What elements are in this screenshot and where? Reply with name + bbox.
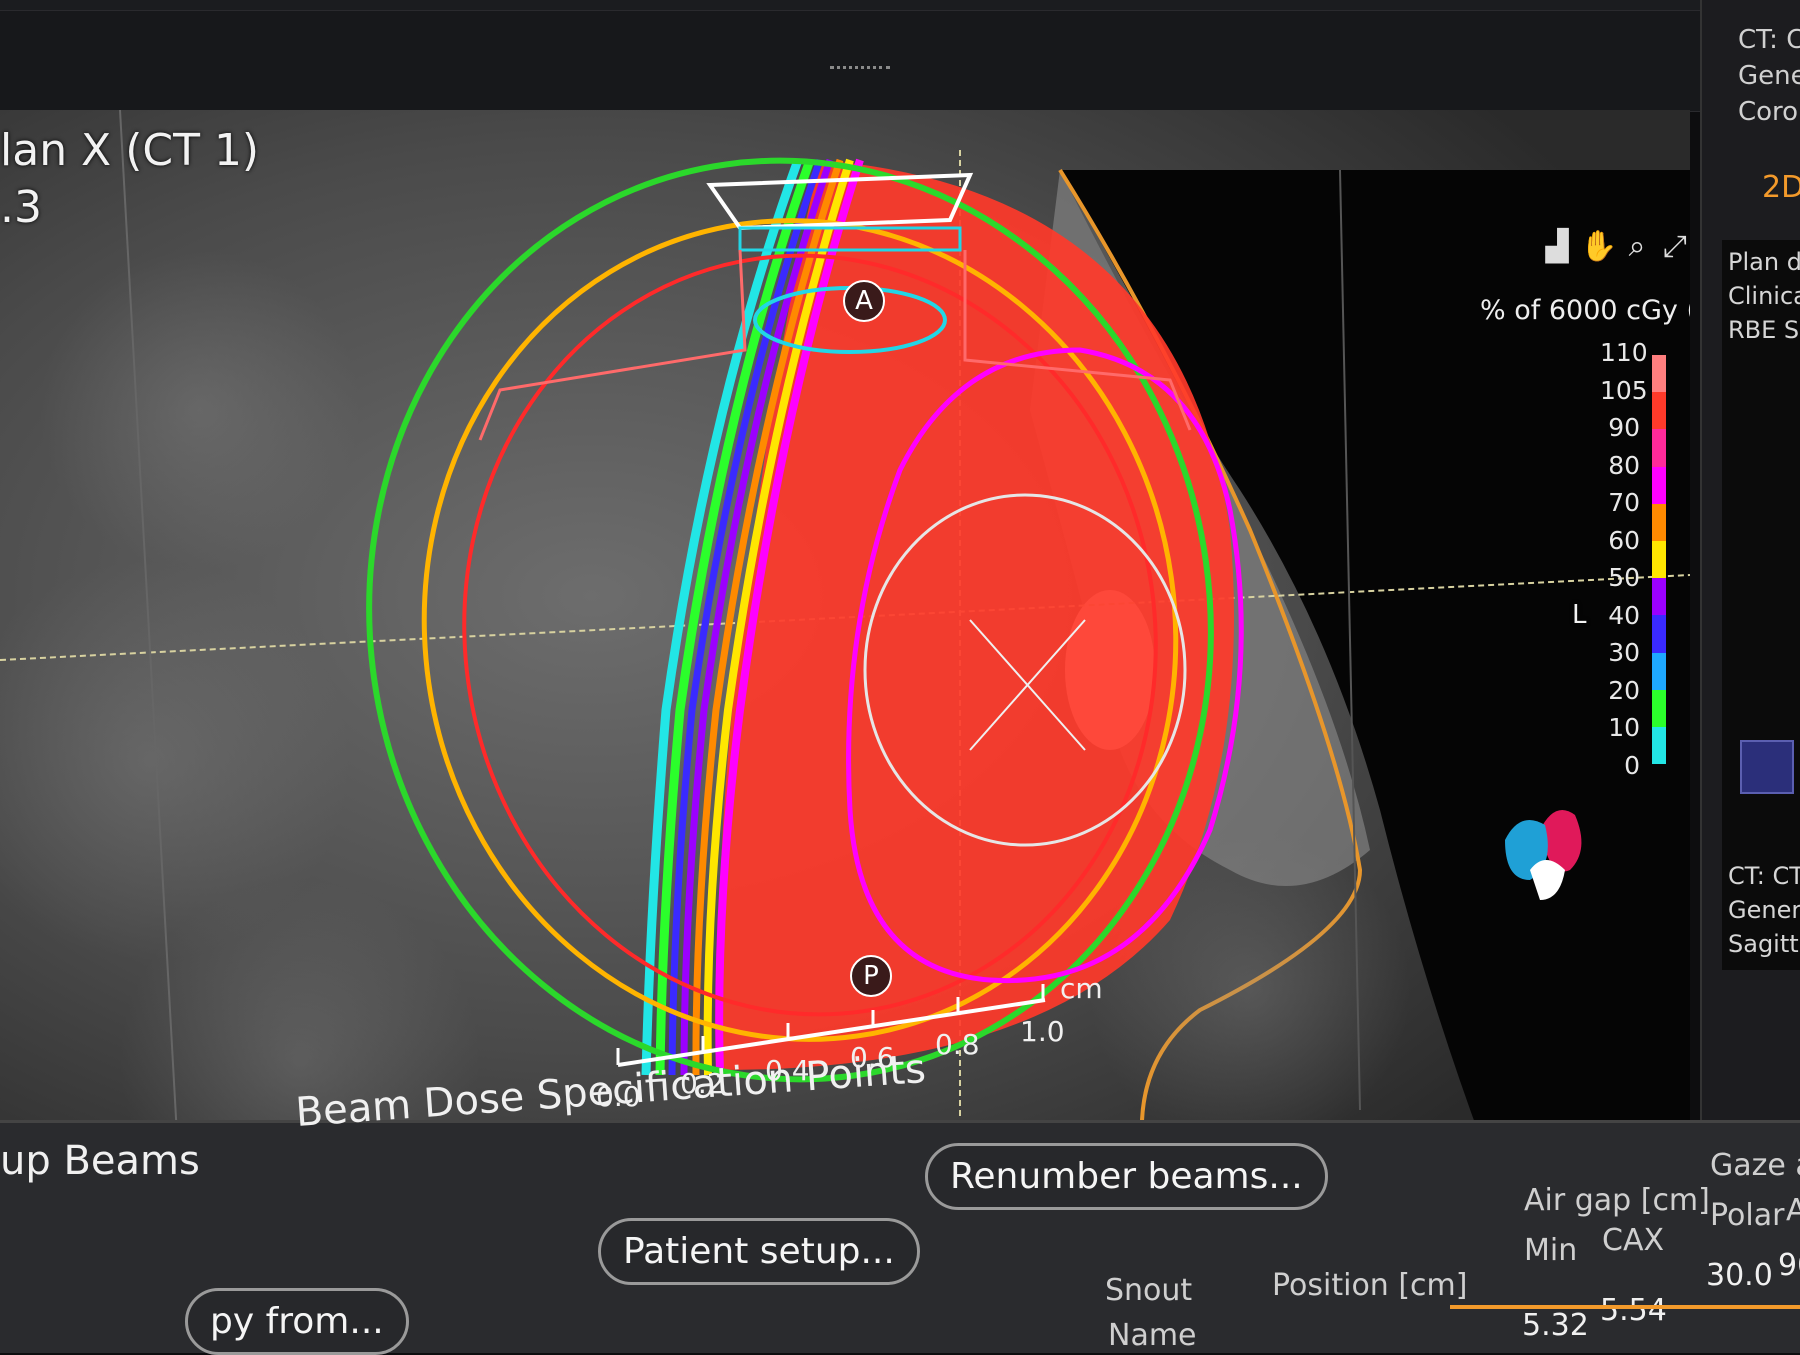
scale-label: 0.8 (935, 1028, 980, 1061)
legend-color-segment (1652, 503, 1666, 541)
histogram-icon[interactable]: ▟ (1540, 230, 1574, 264)
col-position: Position [cm] (1272, 1268, 1468, 1303)
col-min: Min (1524, 1233, 1578, 1268)
view-info-line: Sagittal: 4.76 (1728, 930, 1800, 958)
top-info-line: Coronal (1738, 97, 1800, 127)
col-polar: Polar (1710, 1198, 1785, 1233)
tab-2d[interactable]: 2D (1762, 170, 1800, 205)
legend-title: % of 6000 cGy (RBE) (1480, 295, 1690, 326)
cell-polar[interactable]: 30.0 (1706, 1258, 1773, 1293)
legend-color-segment (1652, 578, 1666, 616)
legend-colorbar (1652, 355, 1666, 765)
view-info-line: CT: CT 1 (1728, 862, 1800, 890)
legend-tick: 105 (1600, 375, 1648, 405)
scale-unit: cm (1060, 972, 1103, 1005)
scale-label: 1.0 (1020, 1015, 1065, 1048)
col-gaze-angle: Gaze ang (1710, 1148, 1800, 1183)
view-info-line: Clinical: F (1728, 282, 1800, 310)
cell-azimuth[interactable]: 90 (1778, 1248, 1800, 1283)
col-snout: Snout (1105, 1273, 1193, 1308)
col-azimuth: A (1786, 1193, 1800, 1228)
dose-overlay (0, 110, 1690, 1190)
cube-icon (1740, 740, 1794, 794)
view-info-line: Plan dos (1728, 248, 1800, 276)
cell-cax[interactable]: 5.54 (1600, 1293, 1667, 1328)
marker-anterior: A (843, 280, 885, 322)
col-cax: CAX (1602, 1223, 1665, 1258)
orientation-label-left: L (1572, 600, 1587, 630)
patient-setup-button[interactable]: Patient setup... (598, 1218, 920, 1285)
legend-color-segment (1652, 355, 1666, 393)
top-panel (0, 10, 1701, 112)
legend-color-segment (1652, 540, 1666, 579)
legend-tick: 80 (1608, 450, 1640, 480)
selection-highlight (1450, 1305, 1800, 1309)
hand-icon[interactable]: ✋ (1580, 230, 1617, 264)
legend-ticks: 110 105 90 80 70 60 50 40 30 20 10 0 (1600, 338, 1648, 788)
tab-setup-beams[interactable]: up Beams (0, 1138, 200, 1184)
legend-color-segment (1652, 615, 1666, 653)
legend-tick: 0 (1624, 750, 1640, 780)
top-info: CT: CT Generic Coronal (1738, 22, 1800, 130)
cell-min[interactable]: 5.32 (1522, 1308, 1589, 1343)
legend-color-segment (1652, 652, 1666, 690)
legend-color-segment (1652, 689, 1666, 727)
beams-panel: up Beams Beam Dose Specification Points … (0, 1046, 1800, 1355)
plan-subtitle: .3 (0, 182, 42, 233)
secondary-view[interactable]: Plan dos Clinical: F RBE Sca CT: CT 1 Ge… (1722, 240, 1800, 970)
legend-tick: 40 (1608, 600, 1640, 630)
legend-tick: 70 (1608, 488, 1640, 517)
magnifier-icon[interactable]: ⌕ (1620, 230, 1654, 264)
col-snout-name: Name (1108, 1318, 1197, 1353)
legend-color-segment (1652, 429, 1666, 467)
legend-color-segment (1652, 466, 1666, 504)
legend-tick: 110 (1600, 338, 1648, 367)
legend-tick: 60 (1608, 525, 1640, 555)
legend-tick: 50 (1608, 563, 1640, 592)
view-info-line: Generic CT_ (1728, 896, 1800, 924)
legend-tick: 10 (1608, 713, 1640, 742)
legend-tick: 20 (1608, 675, 1640, 705)
col-air-gap: Air gap [cm] (1524, 1183, 1710, 1218)
marker-posterior: P (850, 955, 892, 997)
view-info-line: RBE Sca (1728, 316, 1800, 344)
legend-tick: 30 (1608, 638, 1640, 667)
renumber-beams-button[interactable]: Renumber beams... (925, 1143, 1328, 1210)
resize-grip-icon[interactable] (830, 66, 890, 75)
top-info-line: CT: CT (1738, 25, 1800, 55)
legend-color-segment (1652, 392, 1666, 430)
plan-title: lan X (CT 1) (0, 125, 260, 176)
copy-from-button[interactable]: py from... (185, 1288, 409, 1355)
top-toolbar (0, 0, 1720, 112)
top-info-line: Generic (1738, 61, 1800, 91)
legend-color-segment (1652, 726, 1666, 765)
expand-icon[interactable]: ⤢ (1658, 230, 1690, 264)
legend-tick: 90 (1608, 413, 1640, 442)
ct-viewport[interactable]: lan X (CT 1) .3 cm L A P 0.0 0.2 0.4 0.6… (0, 110, 1690, 1190)
